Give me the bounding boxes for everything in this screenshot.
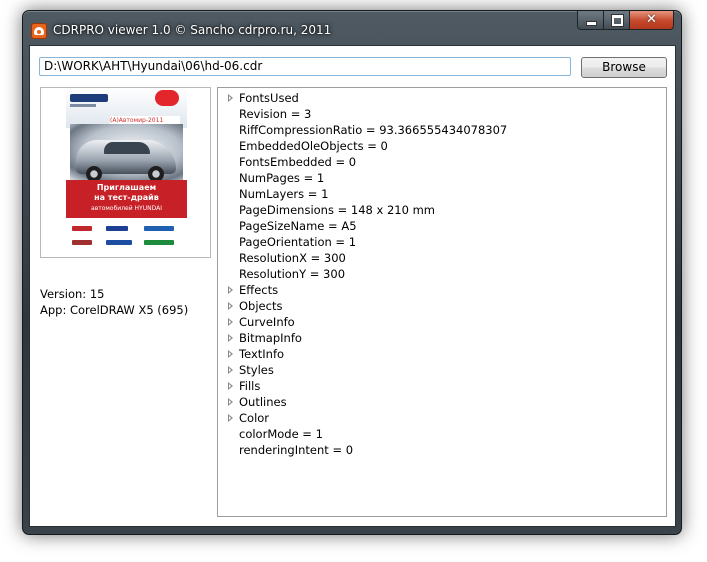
properties-tree[interactable]: FontsUsed Revision = 3 RiffCompressionRati… <box>217 87 667 517</box>
tree-item[interactable]: NumLayers = 1 <box>218 186 666 202</box>
car-window <box>104 142 150 154</box>
hyundai-logo <box>70 94 108 102</box>
sponsor-logo-2 <box>72 240 92 245</box>
minimize-button[interactable] <box>577 11 604 30</box>
tree-item[interactable]: FontsUsed <box>218 90 666 106</box>
tree-item[interactable]: PageDimensions = 148 x 210 mm <box>218 202 666 218</box>
tree-item-label: TextInfo <box>239 347 285 361</box>
expand-arrow-icon[interactable] <box>228 318 233 326</box>
tree-item[interactable]: RiffCompressionRatio = 93.36655543407830… <box>218 122 666 138</box>
close-button[interactable]: ✕ <box>630 11 674 30</box>
sponsor-strip <box>66 220 187 256</box>
browse-button[interactable]: Browse <box>581 57 667 78</box>
tree-item[interactable]: ResolutionY = 300 <box>218 266 666 282</box>
tree-item[interactable]: NumPages = 1 <box>218 170 666 186</box>
tree-item[interactable]: colorMode = 1 <box>218 426 666 442</box>
tree-item-label: colorMode = 1 <box>239 427 323 441</box>
close-icon: ✕ <box>646 12 657 27</box>
tree-item-label: renderingIntent = 0 <box>239 443 354 457</box>
tree-item-label: PageOrientation = 1 <box>239 235 357 249</box>
tree-item[interactable]: Color <box>218 410 666 426</box>
tree-item-label: ResolutionX = 300 <box>239 251 346 265</box>
tree-item-label: FontsUsed <box>239 91 299 105</box>
tree-item-label: PageSizeName = A5 <box>239 219 357 233</box>
tree-item-label: FontsEmbedded = 0 <box>239 155 357 169</box>
expand-arrow-icon[interactable] <box>228 398 233 406</box>
tree-item-label: Objects <box>239 299 283 313</box>
tree-item[interactable]: Objects <box>218 298 666 314</box>
expand-arrow-icon[interactable] <box>228 382 233 390</box>
tree-item[interactable]: TextInfo <box>218 346 666 362</box>
sponsor-logo-mobil <box>106 226 128 231</box>
sponsor-logo-gazprombank <box>144 226 174 231</box>
tree-item-label: RiffCompressionRatio = 93.36655543407830… <box>239 123 508 137</box>
autoradio-badge <box>155 90 179 106</box>
tree-item-label: CurveInfo <box>239 315 295 329</box>
sponsor-logo-sberbank <box>144 240 174 245</box>
client-area: D:\WORK\AHT\Hyundai\06\hd-06.cdr Browse … <box>29 45 676 527</box>
tree-item[interactable]: PageOrientation = 1 <box>218 234 666 250</box>
sponsor-logo-1 <box>72 226 92 231</box>
tree-item[interactable]: CurveInfo <box>218 314 666 330</box>
tree-item[interactable]: Outlines <box>218 394 666 410</box>
tree-item-label: Effects <box>239 283 279 297</box>
tree-item-label: Revision = 3 <box>239 107 312 121</box>
tree-item[interactable]: BitmapInfo <box>218 330 666 346</box>
expand-arrow-icon[interactable] <box>228 414 233 422</box>
tree-item-label: EmbeddedOleObjects = 0 <box>239 139 388 153</box>
thumbnail-headline-3: автомобилей HYUNDAI <box>91 205 162 212</box>
tree-item[interactable]: renderingIntent = 0 <box>218 442 666 458</box>
caption-buttons: ✕ <box>577 11 674 31</box>
tree-item[interactable]: ResolutionX = 300 <box>218 250 666 266</box>
logo-caption <box>70 104 96 107</box>
tree-item-label: Styles <box>239 363 274 377</box>
thumbnail-headline-2: на тест-драйв <box>94 193 159 202</box>
tree-item-label: NumLayers = 1 <box>239 187 329 201</box>
thumbnail-frame: (А)Автомир-2011 Приглашаем на тест-драйв… <box>40 87 211 258</box>
expand-arrow-icon[interactable] <box>228 334 233 342</box>
tree-item-label: PageDimensions = 148 x 210 mm <box>239 203 435 217</box>
window-title: CDRPRO viewer 1.0 © Sancho cdrpro.ru, 20… <box>53 23 332 37</box>
expand-arrow-icon[interactable] <box>228 286 233 294</box>
maximize-button[interactable] <box>604 11 630 30</box>
app-label: App: CorelDRAW X5 (695) <box>40 303 189 317</box>
expand-arrow-icon[interactable] <box>228 366 233 374</box>
page-thumbnail: (А)Автомир-2011 Приглашаем на тест-драйв… <box>66 88 187 256</box>
thumbnail-headline-1: Приглашаем <box>96 183 157 192</box>
tree-item-label: Outlines <box>239 395 287 409</box>
expand-arrow-icon[interactable] <box>228 350 233 358</box>
tree-item-label: Fills <box>239 379 261 393</box>
tree-item-label: Color <box>239 411 270 425</box>
tree-item-label: BitmapInfo <box>239 331 302 345</box>
tree-item[interactable]: PageSizeName = A5 <box>218 218 666 234</box>
tree-item[interactable]: Styles <box>218 362 666 378</box>
expand-arrow-icon[interactable] <box>228 302 233 310</box>
tree-item-label: ResolutionY = 300 <box>239 267 346 281</box>
tree-item[interactable]: FontsEmbedded = 0 <box>218 154 666 170</box>
app-window: CDRPRO viewer 1.0 © Sancho cdrpro.ru, 20… <box>22 10 682 535</box>
app-icon[interactable] <box>31 23 47 39</box>
file-path-input[interactable]: D:\WORK\AHT\Hyundai\06\hd-06.cdr <box>39 57 571 76</box>
tree-item[interactable]: Effects <box>218 282 666 298</box>
expand-arrow-icon[interactable] <box>228 94 233 102</box>
tree-item-label: NumPages = 1 <box>239 171 325 185</box>
tree-item[interactable]: Fills <box>218 378 666 394</box>
tree-item[interactable]: EmbeddedOleObjects = 0 <box>218 138 666 154</box>
version-label: Version: 15 <box>40 287 105 301</box>
tree-item[interactable]: Revision = 3 <box>218 106 666 122</box>
sponsor-logo-vtb <box>106 240 132 245</box>
